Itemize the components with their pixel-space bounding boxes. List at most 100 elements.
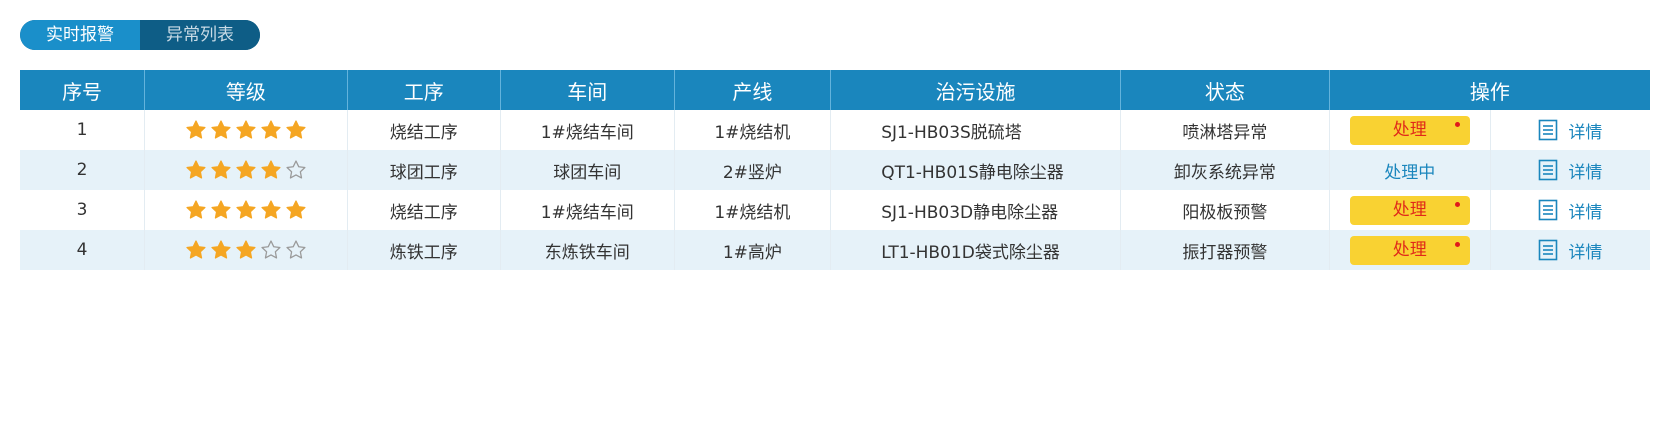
handle-button-label: 处理: [1392, 199, 1427, 220]
detail-area: 详情: [1489, 190, 1650, 230]
detail-area: 详情: [1489, 110, 1650, 150]
cell-index: 3: [20, 190, 146, 230]
cell-facility: SJ1-HB03S脱硫塔: [830, 110, 1121, 150]
cell-level: [144, 230, 348, 270]
header-action: 操作: [1329, 70, 1650, 110]
cell-index: 1: [20, 110, 146, 150]
cell-process: 球团工序: [347, 150, 501, 190]
detail-link[interactable]: 详情: [1538, 118, 1602, 143]
header-index: 序号: [20, 70, 146, 110]
table-row: 3 烧结工序 1#烧结车间 1#烧结机 SJ1-HB03D静电除尘器 阳极板预警 处理 详情: [20, 190, 1650, 230]
cell-workshop: 1#烧结车间: [500, 190, 675, 230]
document-list-icon: [1538, 239, 1558, 261]
star-empty-icon: [285, 239, 307, 261]
action-area: 处理中: [1330, 158, 1490, 183]
cell-index: 2: [20, 150, 146, 190]
detail-label: 详情: [1568, 122, 1603, 143]
cell-workshop: 球团车间: [500, 150, 675, 190]
tab-realtime-alarm[interactable]: 实时报警: [20, 20, 140, 50]
detail-label: 详情: [1568, 202, 1603, 223]
star-filled-icon: [210, 159, 232, 181]
cell-status: 卸灰系统异常: [1120, 150, 1330, 190]
cell-line: 1#烧结机: [674, 190, 832, 230]
cell-index: 4: [20, 230, 146, 270]
red-dot-icon: [1454, 121, 1460, 127]
star-filled-icon: [260, 119, 282, 141]
star-filled-icon: [260, 159, 282, 181]
cell-process: 烧结工序: [347, 110, 501, 150]
handle-button-label: 处理: [1392, 239, 1427, 260]
star-filled-icon: [210, 199, 232, 221]
star-filled-icon: [285, 119, 307, 141]
cell-action: 处理 详情: [1329, 230, 1650, 270]
header-level: 等级: [144, 70, 348, 110]
action-area: 处理: [1330, 195, 1490, 225]
handle-button[interactable]: 处理: [1349, 235, 1470, 265]
table-body: 1 烧结工序 1#烧结车间 1#烧结机 SJ1-HB03S脱硫塔 喷淋塔异常 处理 详情 2 球团…: [20, 110, 1650, 270]
cell-process: 烧结工序: [347, 190, 501, 230]
action-area: 处理: [1330, 235, 1490, 265]
header-status: 状态: [1120, 70, 1330, 110]
level-stars: [185, 199, 307, 221]
level-stars: [185, 119, 307, 141]
handle-button-label: 处理: [1392, 119, 1427, 140]
cell-facility: LT1-HB01D袋式除尘器: [830, 230, 1121, 270]
cell-level: [144, 190, 348, 230]
star-filled-icon: [260, 199, 282, 221]
red-dot-icon: [1454, 201, 1460, 207]
cell-action: 处理 详情: [1329, 110, 1650, 150]
cell-line: 1#高炉: [674, 230, 832, 270]
detail-label: 详情: [1568, 242, 1603, 263]
star-filled-icon: [235, 119, 257, 141]
cell-action: 处理 详情: [1329, 190, 1650, 230]
handle-button[interactable]: 处理: [1349, 195, 1470, 225]
cell-workshop: 东炼铁车间: [500, 230, 675, 270]
detail-link[interactable]: 详情: [1538, 238, 1602, 263]
table-row: 4 炼铁工序 东炼铁车间 1#高炉 LT1-HB01D袋式除尘器 振打器预警 处理 详情: [20, 230, 1650, 270]
star-filled-icon: [185, 199, 207, 221]
document-list-icon: [1538, 119, 1558, 141]
level-stars: [185, 159, 307, 181]
document-list-icon: [1538, 159, 1558, 181]
processing-status: 处理中: [1384, 162, 1436, 183]
star-filled-icon: [235, 239, 257, 261]
detail-link[interactable]: 详情: [1538, 198, 1602, 223]
star-filled-icon: [210, 119, 232, 141]
header-facility: 治污设施: [830, 70, 1121, 110]
star-filled-icon: [235, 199, 257, 221]
star-filled-icon: [185, 159, 207, 181]
table-row: 2 球团工序 球团车间 2#竖炉 QT1-HB01S静电除尘器 卸灰系统异常 处理中 详情: [20, 150, 1650, 190]
alarm-tab-bar: 实时报警 异常列表: [20, 20, 260, 50]
document-list-icon: [1538, 199, 1558, 221]
action-area: 处理: [1330, 115, 1490, 145]
cell-status: 喷淋塔异常: [1120, 110, 1330, 150]
cell-line: 1#烧结机: [674, 110, 832, 150]
detail-link[interactable]: 详情: [1538, 158, 1602, 183]
table-row: 1 烧结工序 1#烧结车间 1#烧结机 SJ1-HB03S脱硫塔 喷淋塔异常 处理 详情: [20, 110, 1650, 150]
table-header-row: 序号 等级 工序 车间 产线 治污设施 状态 操作: [20, 70, 1650, 110]
handle-button[interactable]: 处理: [1349, 115, 1470, 145]
star-filled-icon: [285, 199, 307, 221]
detail-area: 详情: [1489, 230, 1650, 270]
cell-level: [144, 110, 348, 150]
star-filled-icon: [185, 239, 207, 261]
cell-facility: SJ1-HB03D静电除尘器: [830, 190, 1121, 230]
star-empty-icon: [260, 239, 282, 261]
tab-exception-list[interactable]: 异常列表: [140, 20, 260, 50]
star-filled-icon: [235, 159, 257, 181]
header-line: 产线: [674, 70, 832, 110]
cell-line: 2#竖炉: [674, 150, 832, 190]
level-stars: [185, 239, 307, 261]
star-filled-icon: [210, 239, 232, 261]
cell-level: [144, 150, 348, 190]
cell-process: 炼铁工序: [347, 230, 501, 270]
alarm-table: 序号 等级 工序 车间 产线 治污设施 状态 操作 1 烧结工序 1#烧结车间 1#烧…: [20, 70, 1650, 270]
star-filled-icon: [185, 119, 207, 141]
cell-facility: QT1-HB01S静电除尘器: [830, 150, 1121, 190]
cell-action: 处理中 详情: [1329, 150, 1650, 190]
detail-area: 详情: [1489, 150, 1650, 190]
cell-status: 阳极板预警: [1120, 190, 1330, 230]
cell-status: 振打器预警: [1120, 230, 1330, 270]
detail-label: 详情: [1568, 162, 1603, 183]
header-workshop: 车间: [500, 70, 675, 110]
